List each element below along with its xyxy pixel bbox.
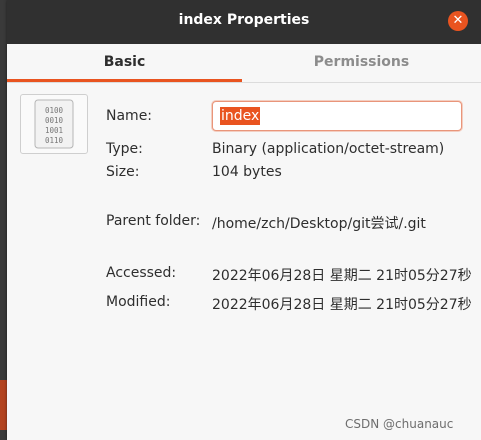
modified-value: 2022年06月28日 星期二 21时05分27秒 bbox=[212, 297, 472, 313]
icon-line: 0010 bbox=[45, 116, 64, 125]
tab-permissions[interactable]: Permissions bbox=[242, 44, 481, 82]
accessed-label: Accessed: bbox=[106, 265, 177, 281]
basic-panel: 0100 0010 1001 0110 Name: index Type: Bi… bbox=[7, 83, 481, 440]
type-value: Binary (application/octet-stream) bbox=[212, 141, 445, 157]
size-value: 104 bytes bbox=[212, 164, 282, 180]
close-button[interactable]: ✕ bbox=[448, 11, 468, 31]
watermark: CSDN @chuanauc bbox=[345, 417, 454, 431]
parent-folder-label: Parent folder: bbox=[106, 213, 201, 229]
type-label: Type: bbox=[106, 141, 143, 157]
window-title: index Properties bbox=[178, 12, 310, 28]
binary-file-icon: 0100 0010 1001 0110 bbox=[20, 94, 88, 154]
tab-basic[interactable]: Basic bbox=[7, 44, 242, 82]
icon-line: 0110 bbox=[45, 136, 64, 145]
tab-bar: Basic Permissions bbox=[7, 44, 481, 83]
size-label: Size: bbox=[106, 164, 140, 180]
close-icon: ✕ bbox=[452, 13, 464, 28]
icon-line: 1001 bbox=[45, 126, 63, 135]
properties-dialog: index Properties ✕ Basic Permissions 010… bbox=[7, 0, 481, 440]
accessed-value: 2022年06月28日 星期二 21时05分27秒 bbox=[212, 268, 472, 284]
modified-label: Modified: bbox=[106, 294, 171, 310]
parent-folder-value: /home/zch/Desktop/git尝试/.git bbox=[212, 216, 426, 232]
icon-line: 0100 bbox=[45, 106, 64, 115]
name-field-selected-text: index bbox=[220, 107, 261, 125]
title-bar: index Properties ✕ bbox=[7, 0, 481, 44]
name-label: Name: bbox=[106, 108, 153, 124]
name-field[interactable]: index bbox=[212, 101, 462, 131]
